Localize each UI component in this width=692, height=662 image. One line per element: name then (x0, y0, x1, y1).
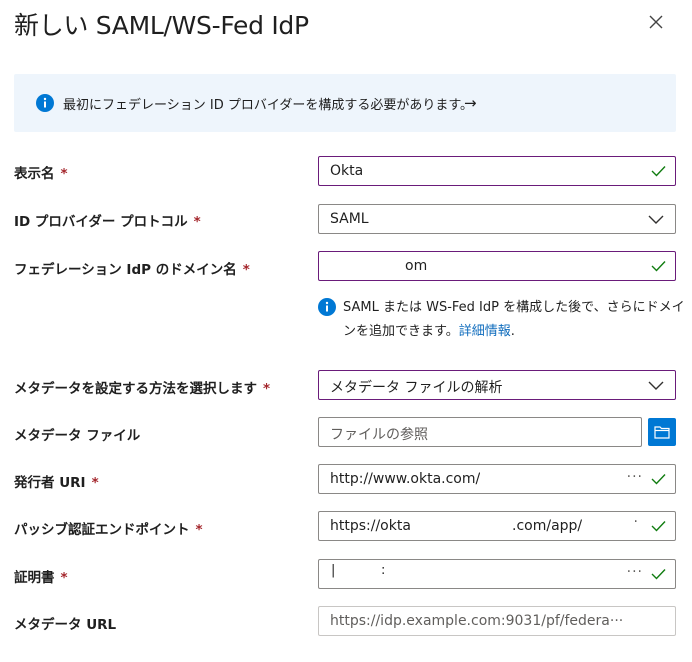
info-banner[interactable]: 最初にフェデレーション ID プロバイダーを構成する必要があります。 → (14, 74, 676, 132)
check-icon (651, 569, 666, 580)
certificate-label: 証明書 * (14, 570, 68, 586)
more-icon: · (633, 514, 639, 530)
check-icon (651, 166, 666, 177)
display-name-label: 表示名 * (14, 166, 68, 182)
info-icon (318, 298, 336, 316)
check-icon (651, 521, 666, 532)
browse-file-button[interactable] (648, 418, 676, 446)
chevron-down-icon (648, 215, 664, 224)
chevron-down-icon (648, 381, 664, 390)
issuer-uri-input[interactable]: http://www.okta.com/ ··· (318, 464, 676, 494)
metadata-url-label: メタデータ URL (14, 617, 117, 633)
info-icon (36, 94, 54, 112)
domain-input[interactable]: om (318, 251, 676, 281)
passive-endpoint-input[interactable]: https://okta .com/app/ · (318, 511, 676, 541)
arrow-right-icon[interactable]: → (464, 94, 477, 112)
certificate-input[interactable]: | : ··· (318, 559, 676, 589)
panel-title: 新しい SAML/WS-Fed IdP (14, 11, 309, 40)
issuer-uri-label: 発行者 URI * (14, 475, 99, 491)
banner-text: 最初にフェデレーション ID プロバイダーを構成する必要があります。 (63, 98, 474, 113)
metadata-file-input[interactable]: ファイルの参照 (318, 417, 642, 447)
close-icon[interactable] (646, 12, 666, 32)
metadata-url-input[interactable]: https://idp.example.com:9031/pf/federa··… (318, 606, 676, 636)
metadata-file-label: メタデータ ファイル (14, 428, 141, 444)
metadata-method-label: メタデータを設定する方法を選択します * (14, 381, 271, 397)
check-icon (651, 261, 666, 272)
protocol-select[interactable]: SAML (318, 204, 676, 234)
domain-label: フェデレーション IdP のドメイン名 * (14, 262, 250, 278)
more-icon: ··· (626, 564, 643, 580)
learn-more-link[interactable]: 詳細情報 (459, 324, 511, 339)
more-icon: ··· (626, 469, 643, 485)
check-icon (651, 474, 666, 485)
folder-icon (654, 426, 670, 439)
metadata-method-select[interactable]: メタデータ ファイルの解析 (318, 370, 676, 400)
passive-endpoint-label: パッシブ認証エンドポイント * (14, 522, 203, 538)
display-name-input[interactable]: Okta (318, 156, 676, 186)
protocol-label: ID プロバイダー プロトコル * (14, 214, 201, 230)
